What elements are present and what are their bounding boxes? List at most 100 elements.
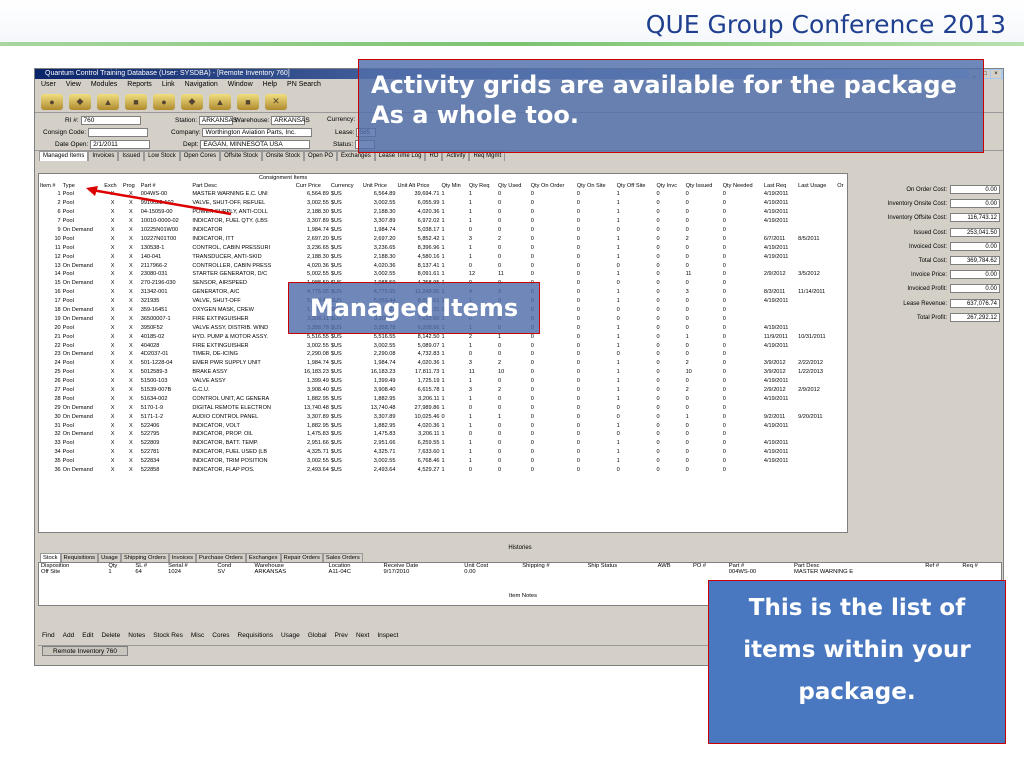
menu-pn-search[interactable]: PN Search <box>287 79 321 91</box>
column-header[interactable]: Qty Needed <box>722 182 763 190</box>
toolbar-icon-2[interactable]: ◆ <box>69 93 91 110</box>
table-row[interactable]: 35 Pool X X 522834 INDICATOR, TRIM POSITION 3,… <box>39 457 847 466</box>
action-button[interactable]: Stock Res <box>153 632 183 639</box>
column-header[interactable]: Qty Req <box>468 182 497 190</box>
tab-open-cores[interactable]: Open Cores <box>179 151 221 161</box>
warehouse-field[interactable]: ARKANSAS <box>271 116 310 125</box>
ri-field[interactable]: 760 <box>80 116 141 125</box>
action-button[interactable]: Delete <box>101 632 120 639</box>
table-row[interactable]: 29 On Demand X X 5170-1-9 DIGITAL REMOTE ELEC… <box>39 403 847 412</box>
summary-value[interactable]: 116,743.12 <box>950 213 1000 223</box>
managed-items-grid[interactable]: Consignment Items Item # Type Exch Prog Part… <box>38 173 848 533</box>
menu-view[interactable]: View <box>66 79 81 91</box>
dept-field[interactable]: EAGAN, MINNESOTA USA <box>200 140 311 149</box>
toolbar-icon-3[interactable]: ▲ <box>97 93 119 110</box>
action-button[interactable]: Misc <box>191 632 204 639</box>
table-row[interactable]: 9 On Demand X X 10225N01W00 INDICATOR 1,984.74… <box>39 226 847 235</box>
tab-offsite-stock[interactable]: Offsite Stock <box>220 151 263 161</box>
date-field[interactable]: 2/1/2011 <box>90 140 151 149</box>
tab-low-stock[interactable]: Low Stock <box>144 151 180 161</box>
table-row[interactable]: 13 On Demand X X 2117966-2 CONTROLLER, CABIN … <box>39 261 847 270</box>
history-tab[interactable]: Purchase Orders <box>196 553 246 562</box>
summary-value[interactable]: 0.00 <box>950 284 1000 294</box>
summary-value[interactable]: 253,041.50 <box>950 227 1000 237</box>
company-field[interactable]: Worthington Aviation Parts, Inc. <box>202 128 313 137</box>
column-header[interactable]: Last Usage <box>797 182 836 190</box>
action-button[interactable]: Edit <box>82 632 93 639</box>
column-header[interactable]: Or <box>836 182 847 190</box>
tab-open-po[interactable]: Open PO <box>304 151 338 161</box>
toolbar-icon-1[interactable]: ● <box>41 93 63 110</box>
table-row[interactable]: 26 Pool X X 51500-103 VALVE ASSY 1,399.49 $US 1,… <box>39 377 847 386</box>
action-button[interactable]: Requisitions <box>238 632 273 639</box>
toolbar-icon-5[interactable]: ● <box>153 93 175 110</box>
summary-value[interactable]: 0.00 <box>950 270 1000 280</box>
history-tab[interactable]: Stock <box>40 553 61 562</box>
table-row[interactable]: 27 Pool X X 51539-007B G.C.U. 3,908.40 $US 3,908… <box>39 386 847 395</box>
history-tab[interactable]: Sales Orders <box>322 553 363 562</box>
summary-value[interactable]: 369,784.62 <box>950 256 1000 265</box>
history-tab[interactable]: Exchanges <box>245 553 281 562</box>
action-button[interactable]: Cores <box>212 632 229 639</box>
summary-value[interactable]: 637,076.74 <box>950 298 1000 308</box>
action-button[interactable]: Find <box>42 632 55 639</box>
tab-invoices[interactable]: Invoices <box>88 151 119 161</box>
history-tab[interactable]: Usage <box>98 553 121 562</box>
history-tab[interactable]: Repair Orders <box>280 553 323 562</box>
column-header[interactable]: Currency <box>330 182 362 190</box>
column-header[interactable]: Qty On Site <box>576 182 616 190</box>
menu-navigation[interactable]: Navigation <box>185 79 218 91</box>
table-row[interactable]: 25 Pool X X 5012589-3 BRAKE ASSY 16,183.23 $US 1… <box>39 368 847 377</box>
toolbar-icon-9[interactable]: ✕ <box>265 93 287 110</box>
close-button[interactable]: × <box>991 70 1001 78</box>
action-button[interactable]: Next <box>356 632 369 639</box>
menu-reports[interactable]: Reports <box>127 79 152 91</box>
history-tab[interactable]: Requisitions <box>60 553 99 562</box>
toolbar-icon-7[interactable]: ▲ <box>209 93 231 110</box>
history-tab[interactable]: Invoices <box>168 553 196 562</box>
toolbar-icon-6[interactable]: ◆ <box>181 93 203 110</box>
action-button[interactable]: Usage <box>281 632 300 639</box>
table-row[interactable]: 34 Pool X X 522781 INDICATOR, FUEL USED (LB 4,… <box>39 448 847 457</box>
table-row[interactable]: 30 On Demand X X 5171-1-2 AUDIO CONTROL PANEL… <box>39 412 847 421</box>
station-field[interactable]: ARKANSAS <box>198 116 237 125</box>
toolbar-icon-4[interactable]: ■ <box>125 93 147 110</box>
column-header[interactable]: Unit Alt Price <box>396 182 440 190</box>
tab-issued[interactable]: Issued <box>118 151 145 161</box>
summary-value[interactable]: 0.00 <box>950 185 1000 194</box>
column-header[interactable]: Qty Invc <box>655 182 684 190</box>
table-row[interactable]: 11 Pool X X 130538-1 CONTROL, CABIN PRESSURI 3… <box>39 243 847 252</box>
menu-window[interactable]: Window <box>228 79 253 91</box>
action-button[interactable]: Prev <box>335 632 348 639</box>
column-header[interactable]: Last Req <box>763 182 797 190</box>
table-row[interactable]: 33 Pool X X 522809 INDICATOR, BATT. TEMP. 2,95… <box>39 439 847 448</box>
menu-link[interactable]: Link <box>162 79 175 91</box>
column-header[interactable]: Qty Used <box>497 182 530 190</box>
tab-managed-items[interactable]: Managed Items <box>39 151 89 161</box>
action-button[interactable]: Inspect <box>377 632 398 639</box>
table-row[interactable]: 14 Pool X X 23080-031 STARTER GENERATOR, D/C 5… <box>39 270 847 279</box>
table-row[interactable]: 32 On Demand X X 522795 INDICATOR, PROP. OIL 1… <box>39 430 847 439</box>
table-row[interactable]: 36 On Demand X X 522858 INDICATOR, FLAP POS. 2… <box>39 466 847 475</box>
column-header[interactable]: Qty Issued <box>685 182 722 190</box>
toolbar-icon-8[interactable]: ■ <box>237 93 259 110</box>
menu-user[interactable]: User <box>41 79 56 91</box>
table-row[interactable]: 12 Pool X X 140-041 TRANSDUCER, ANTI-SKID 2,18… <box>39 252 847 261</box>
menu-help[interactable]: Help <box>263 79 277 91</box>
action-button[interactable]: Add <box>63 632 75 639</box>
action-button[interactable]: Global <box>308 632 327 639</box>
status-window-tab[interactable]: Remote Inventory 760 <box>42 646 128 656</box>
column-header[interactable]: Qty Off Site <box>616 182 656 190</box>
summary-value[interactable]: 0.00 <box>950 199 1000 209</box>
column-header[interactable]: Item # <box>39 182 62 190</box>
table-row[interactable]: 28 Pool X X 51634-002 CONTROL UNIT, AC GENERA… <box>39 394 847 403</box>
table-row[interactable]: 22 Pool X X 404028 FIRE EXTINGUISHER 3,002.55 $… <box>39 341 847 350</box>
column-header[interactable]: Curr Price <box>295 182 330 190</box>
action-button[interactable]: Notes <box>128 632 145 639</box>
table-row[interactable]: 23 On Demand X X 4D2037-01 TIMER, DE-ICING 2,2… <box>39 350 847 359</box>
history-tab[interactable]: Shipping Orders <box>120 553 169 562</box>
table-row[interactable]: 31 Pool X X 522406 INDICATOR, VOLT 1,882.95 $US… <box>39 421 847 430</box>
tab-onsite-stock[interactable]: Onsite Stock <box>262 151 305 161</box>
summary-value[interactable]: 0.00 <box>950 241 1000 251</box>
consign-field[interactable] <box>87 128 148 137</box>
